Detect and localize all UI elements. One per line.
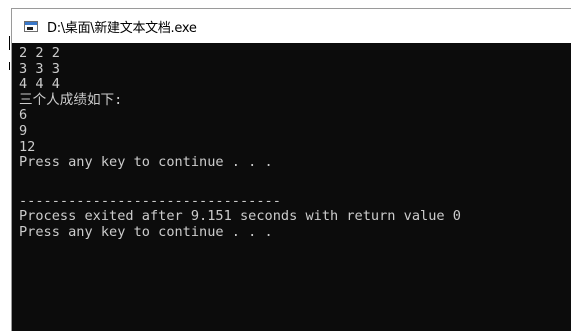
console-line: 三个人成绩如下:	[19, 91, 123, 108]
console-app-icon[interactable]	[24, 20, 38, 32]
desktop-edge	[0, 0, 11, 331]
window-title: D:\桌面\新建文本文档.exe	[47, 20, 197, 36]
separator-line: --------------------------------	[19, 192, 281, 209]
console-line: Press any key to continue . . .	[19, 154, 273, 171]
console-line: 12	[19, 138, 36, 155]
title-bar[interactable]: D:\桌面\新建文本文档.exe	[12, 9, 571, 43]
console-line: 2 2 2	[19, 45, 60, 61]
process-exit-line: Process exited after 9.151 seconds with …	[19, 208, 461, 225]
console-line: 4 4 4	[19, 76, 60, 93]
console-window[interactable]: D:\桌面\新建文本文档.exe 2 2 2 3 3 3 4 4 4 三个人成绩…	[11, 8, 571, 331]
console-line: 6	[19, 107, 28, 124]
console-line: 9	[19, 122, 28, 139]
console-line: Press any key to continue . . .	[19, 223, 273, 240]
console-output[interactable]: 2 2 2 3 3 3 4 4 4 三个人成绩如下: 6 9 12 Press …	[12, 43, 571, 331]
edge-mark	[9, 62, 10, 70]
console-line: 3 3 3	[19, 60, 60, 77]
edge-mark	[9, 36, 10, 50]
